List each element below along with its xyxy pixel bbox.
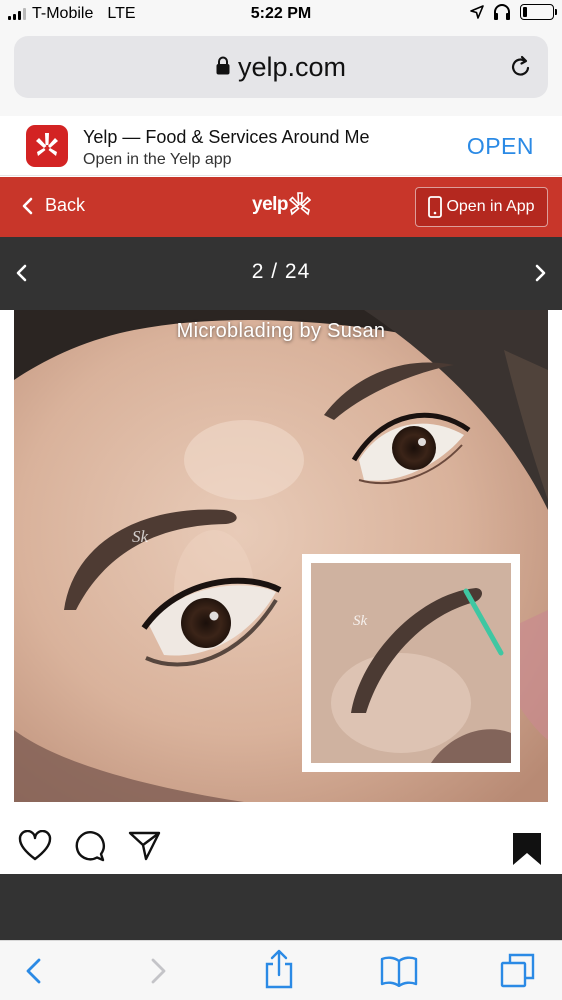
- phone-icon: [428, 196, 443, 218]
- lock-icon: [216, 56, 230, 75]
- comment-icon[interactable]: [73, 830, 107, 862]
- share-icon[interactable]: [264, 949, 294, 989]
- smart-app-banner: Yelp — Food & Services Around Me Open in…: [0, 116, 562, 176]
- banner-subtitle: Open in the Yelp app: [83, 151, 232, 168]
- photo-actions: [0, 802, 562, 874]
- tabs-icon[interactable]: [500, 953, 536, 989]
- svg-text:Sk: Sk: [132, 527, 149, 546]
- back-button[interactable]: Back: [22, 195, 85, 216]
- battery-icon: [520, 4, 557, 20]
- reload-icon[interactable]: [510, 55, 532, 79]
- back-icon[interactable]: [24, 957, 44, 985]
- url-domain: yelp.com: [237, 52, 347, 82]
- heart-icon[interactable]: [18, 830, 52, 862]
- gallery-photo[interactable]: Sk Microblading by Susan Sk: [14, 310, 548, 802]
- banner-open-button[interactable]: OPEN: [467, 133, 534, 160]
- photo-caption: Microblading by Susan: [176, 320, 386, 342]
- bookmarks-icon[interactable]: [380, 955, 418, 987]
- yelp-app-icon: [26, 125, 68, 167]
- photo-counter: 2 / 24: [251, 260, 311, 283]
- next-photo-icon[interactable]: [532, 261, 548, 285]
- address-bar-area: yelp.com: [0, 30, 562, 116]
- yelp-burst-icon: [36, 133, 58, 156]
- open-in-app-button[interactable]: Open in App: [415, 187, 548, 227]
- banner-title: Yelp — Food & Services Around Me: [83, 127, 370, 147]
- bookmark-icon[interactable]: [512, 832, 542, 866]
- forward-icon[interactable]: [148, 957, 168, 985]
- inset-brow-image: Sk: [311, 563, 511, 763]
- yelp-header: Back yelp Open in App: [0, 177, 562, 237]
- browser-toolbar: [0, 940, 562, 1000]
- open-in-app-label: Open in App: [446, 198, 535, 215]
- yelp-burst-icon: [289, 192, 312, 216]
- headphones-icon: [494, 4, 510, 20]
- footer-band: [0, 874, 562, 940]
- status-bar: T-Mobile LTE 5:22 PM: [0, 0, 562, 30]
- inset-photo: Sk: [302, 554, 520, 772]
- yelp-logo[interactable]: yelp: [252, 192, 312, 218]
- share-icon[interactable]: [128, 830, 162, 862]
- location-arrow-icon: [470, 5, 484, 19]
- address-bar[interactable]: yelp.com: [14, 36, 548, 98]
- chevron-left-icon: [22, 197, 33, 214]
- yelp-logo-text: yelp: [252, 194, 289, 215]
- url-display[interactable]: yelp.com: [14, 52, 548, 83]
- svg-text:Sk: Sk: [353, 613, 368, 629]
- status-right: [470, 4, 557, 20]
- back-label: Back: [45, 195, 86, 215]
- gallery-nav: 2 / 24: [0, 237, 562, 310]
